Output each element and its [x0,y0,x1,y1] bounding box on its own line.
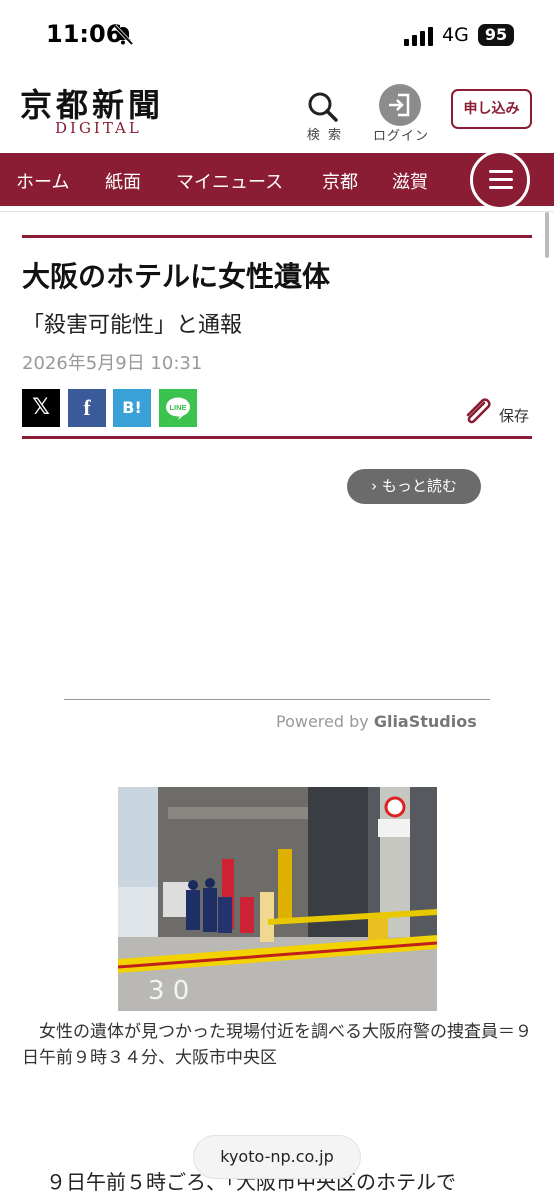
menu-icon [489,170,513,173]
cellular-signal-icon [404,27,433,46]
status-time: 11:06 [46,20,123,48]
subscribe-button[interactable]: 申し込み [451,89,532,129]
share-line-button[interactable]: LINE [159,389,197,427]
svg-text:3 0: 3 0 [148,976,189,1006]
paperclip-icon [466,398,491,424]
login-button[interactable]: ログイン [366,84,436,144]
powered-by-brand: GliaStudios [373,712,477,731]
share-x-button[interactable]: 𝕏 [22,389,60,427]
nav-item-paper[interactable]: 紙面 [105,168,141,194]
search-label: 検 索 [306,128,344,143]
silent-bell-icon [113,24,134,46]
battery-indicator: 95 [478,24,514,46]
read-more-button[interactable]: › もっと読む [347,469,481,504]
powered-by-prefix: Powered by [276,712,374,731]
line-icon: LINE [166,397,190,420]
browser-url-bar[interactable]: kyoto-np.co.jp [193,1135,361,1179]
divider [0,211,554,212]
video-divider [64,699,490,700]
site-logo-sub: DIGITAL [55,119,142,137]
share-hatena-button[interactable]: B! [113,389,151,427]
nav-item-shiga[interactable]: 滋賀 [392,168,428,194]
article-subhead: 「殺害可能性」と通報 [22,313,243,338]
network-type: 4G [442,24,469,46]
nav-item-kyoto[interactable]: 京都 [322,168,358,194]
share-facebook-button[interactable]: f [68,389,106,427]
status-bar: 11:06 4G 95 [0,0,554,70]
login-icon [379,84,421,126]
facebook-icon: f [83,395,91,420]
photo-caption: 女性の遺体が見つかった現場付近を調べる大阪府警の捜査員＝９日午前９時３４分、大阪… [22,1022,532,1068]
login-label: ログイン [372,129,429,144]
save-label: 保存 [499,407,530,425]
hamburger-menu-button[interactable] [470,150,530,210]
nav-item-home[interactable]: ホーム [16,168,69,194]
line-icon-label: LINE [169,403,186,412]
nav-item-my-news[interactable]: マイニュース [176,168,283,194]
search-icon [308,92,338,122]
article-share-rule [22,436,532,439]
scrollbar[interactable] [545,212,549,258]
article-photo[interactable]: 3 0 [118,787,437,1011]
article-date: 2026年5月9日 10:31 [22,353,203,374]
powered-by-credit[interactable]: Powered by GliaStudios [276,712,477,731]
hatena-bookmark-icon: B! [122,398,142,417]
article-headline: 大阪のホテルに女性遺体 [22,260,331,293]
save-button[interactable]: 保存 [460,395,536,431]
article-top-rule [22,235,532,238]
search-button[interactable]: 検 索 [300,88,350,144]
x-icon: 𝕏 [32,395,50,420]
